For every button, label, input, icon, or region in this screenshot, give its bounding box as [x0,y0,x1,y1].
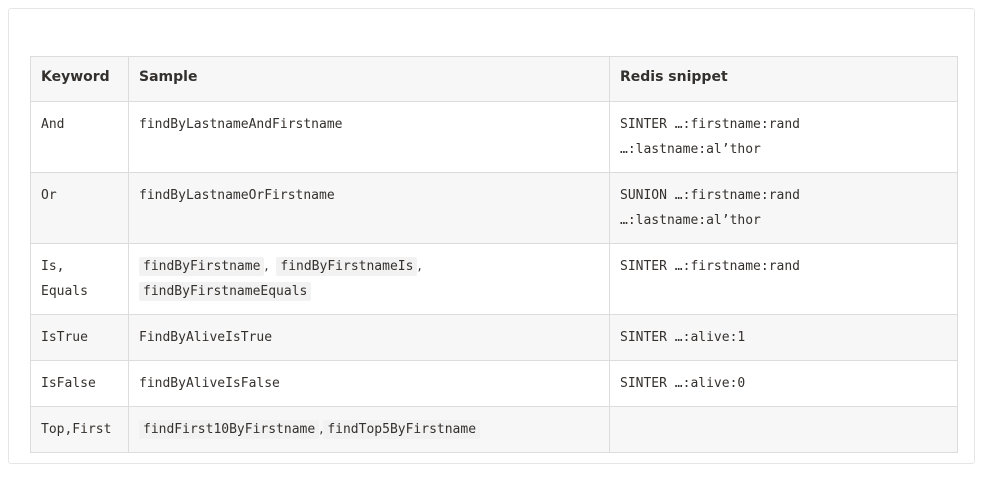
keyword-cell: IsFalse [30,360,129,407]
header-keyword: Keyword [30,56,129,102]
sample-cell: findByLastnameOrFirstname [128,172,610,244]
redis-line: SINTER …:firstname:rand [620,117,801,132]
keyword-line: Equals [41,284,88,299]
header-redis-snippet: Redis snippet [609,56,958,102]
inline-code: findByFirstnameIs [276,257,418,276]
content-card: Keyword Sample Redis snippet And findByL… [8,8,975,464]
redis-cell: SUNION …:firstname:rand …:lastname:al’th… [609,172,958,244]
redis-line: SINTER …:alive:1 [620,330,746,345]
redis-line: …:lastname:al’thor [620,213,761,228]
header-sample: Sample [128,56,610,102]
table-row: Or findByLastnameOrFirstname SUNION …:fi… [30,172,958,244]
table-row: IsTrue FindByAliveIsTrue SINTER …:alive:… [30,314,958,361]
sample-cell: FindByAliveIsTrue [128,314,610,361]
keyword-cell: Is, Equals [30,243,129,315]
inline-code: findByFirstnameEquals [139,282,312,301]
table-header-row: Keyword Sample Redis snippet [30,56,958,102]
sample-cell: findByAliveIsFalse [128,360,610,407]
table-row: Is, Equals findByFirstname, findByFirstn… [30,243,958,315]
table-row: And findByLastnameAndFirstname SINTER …:… [30,101,958,173]
sample-cell: findByLastnameAndFirstname [128,101,610,173]
keyword-cell: Or [30,172,129,244]
keyword-cell: Top,First [30,406,129,453]
keyword-cell: And [30,101,129,173]
redis-line: …:lastname:al’thor [620,142,761,157]
redis-cell: SINTER …:alive:1 [609,314,958,361]
inline-code: findFirst10ByFirstname [139,420,320,439]
redis-cell: SINTER …:alive:0 [609,360,958,407]
redis-cell [609,406,958,453]
keyword-line: Is, [41,259,65,274]
redis-cell: SINTER …:firstname:rand …:lastname:al’th… [609,101,958,173]
sample-cell: findByFirstname, findByFirstnameIs, find… [128,243,610,315]
redis-line: SUNION …:firstname:rand [620,188,801,203]
redis-line: SINTER …:alive:0 [620,376,746,391]
sample-cell: findFirst10ByFirstname, findTop5ByFirstna… [128,406,610,453]
table-row: IsFalse findByAliveIsFalse SINTER …:aliv… [30,360,958,407]
inline-code: findTop5ByFirstname [323,420,481,439]
separator: , [417,259,422,274]
inline-code: findByFirstname [139,257,265,276]
keyword-cell: IsTrue [30,314,129,361]
redis-line: SINTER …:firstname:rand [620,259,801,274]
query-keywords-table: Keyword Sample Redis snippet And findByL… [30,56,958,453]
redis-cell: SINTER …:firstname:rand [609,243,958,315]
separator: , [264,259,269,274]
table-row: Top,First findFirst10ByFirstname, findTop… [30,406,958,453]
